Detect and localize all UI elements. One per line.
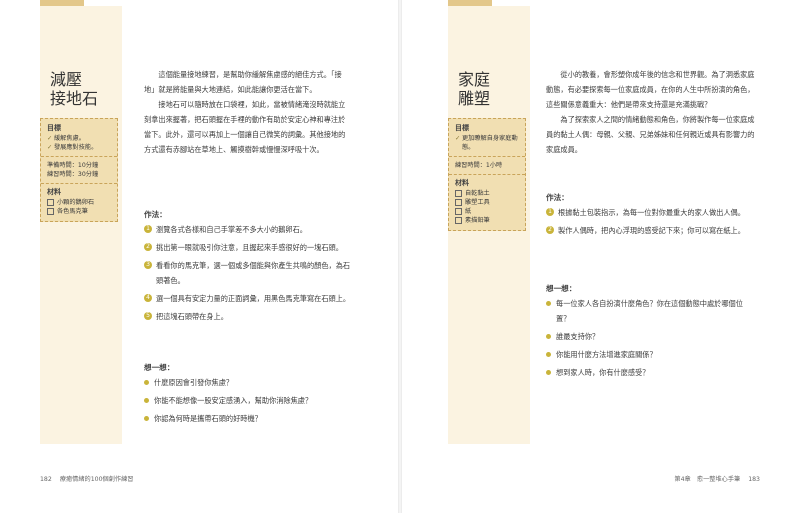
question-item: 你認為何時是攜帶石頭的好時機？	[144, 411, 352, 426]
step-item: 4 選一個具有安定力量的正面詞彙，用黑色馬克筆寫在石頭上。	[144, 291, 352, 306]
checkbox-icon	[455, 217, 462, 224]
goal-item: ✓ 發展應對技能。	[47, 144, 98, 151]
step-item: 1 根據黏土包裝指示，為每一位對你最重大的家人做出人偶。	[546, 205, 756, 220]
goal-item: ✓ 緩解焦慮。	[47, 135, 85, 142]
material-item: 紙	[455, 207, 519, 216]
checkbox-icon	[47, 208, 54, 215]
left-title: 減壓 接地石	[50, 70, 99, 108]
bullet-icon	[144, 416, 149, 421]
material-item: 素描鉛筆	[455, 216, 519, 225]
question-item: 你能不能想像一股安定感湧入，幫助你消除焦慮？	[144, 393, 352, 408]
intro-paragraph: 這個能量接地練習，是幫助你緩解焦慮感的絕佳方式。「接地」就是將能量與大地連結，如…	[144, 70, 342, 94]
intro-paragraph: 接地石可以隨時放在口袋裡，如此，當被情緒淹沒時就能立刻拿出來握著，把石頭握在手裡…	[144, 100, 346, 154]
bullet-icon	[144, 380, 149, 385]
materials-heading: 材料	[47, 188, 61, 196]
right-intro: 從小的教養，會形塑你成年後的信念和世界觀。為了洞悉家庭動態，有必要探索每一位家庭…	[546, 67, 756, 157]
think-heading: 想一想：	[546, 284, 577, 293]
right-steps: 1 根據黏土包裝指示，為每一位對你最重大的家人做出人偶。 2 製作人偶時，把內心浮現…	[546, 205, 756, 241]
step-number: 1	[144, 225, 152, 233]
left-steps: 1 瀏覽各式各樣和自己手掌差不多大小的鵝卵石。 2 挑出第一眼就吸引你注意，且握起來…	[144, 222, 352, 327]
bullet-icon	[546, 334, 551, 339]
question-item: 誰最支持你？	[546, 329, 756, 344]
divider	[41, 183, 117, 184]
question-item: 你能用什麼方法增進家庭關係？	[546, 347, 756, 362]
divider	[449, 174, 525, 175]
material-item: 小顆的鵝卵石	[47, 198, 111, 207]
divider	[41, 156, 117, 157]
checkbox-icon	[47, 199, 54, 206]
left-infobox: 目標 ✓ 緩解焦慮。 ✓ 發展應對技能。 準備時間：10分鐘 練習時間：30分鐘 材…	[40, 118, 118, 222]
step-number: 2	[546, 226, 554, 234]
step-number: 2	[144, 243, 152, 251]
chapter-title: 第4章 愈一整堆心手筆	[674, 476, 741, 483]
step-item: 2 製作人偶時，把內心浮現的感受記下來；你可以寫在紙上。	[546, 223, 756, 238]
question-item: 每一位家人各自扮演什麼角色？你在這個動態中處於哪個位置？	[546, 296, 756, 326]
step-item: 3 看看你的馬克筆，選一個或多個能與你產生共鳴的顏色，為石頭著色。	[144, 258, 352, 288]
think-heading: 想一想：	[144, 363, 175, 372]
checkbox-icon	[455, 190, 462, 197]
check-icon: ✓	[455, 135, 461, 142]
how-heading: 作法：	[546, 193, 569, 202]
bullet-icon	[546, 301, 551, 306]
material-item: 雕塑工具	[455, 198, 519, 207]
prep-time: 準備時間：10分鐘	[47, 162, 99, 169]
check-icon: ✓	[47, 144, 53, 151]
right-page: 家庭 雕塑 目標 ✓ 更加瞭解自身家庭動態。 練習時間：1小時 材料 自乾黏土 雕…	[400, 0, 800, 513]
bullet-icon	[144, 398, 149, 403]
step-item: 2 挑出第一眼就吸引你注意，且握起來手感很好的一塊石頭。	[144, 240, 352, 255]
step-item: 1 瀏覽各式各樣和自己手掌差不多大小的鵝卵石。	[144, 222, 352, 237]
bullet-icon	[546, 370, 551, 375]
left-questions: 什麼原因會引發你焦慮？ 你能不能想像一股安定感湧入，幫助你消除焦慮？ 你認為何時…	[144, 375, 352, 429]
intro-paragraph: 從小的教養，會形塑你成年後的信念和世界觀。為了洞悉家庭動態，有必要探索每一位家庭…	[546, 70, 755, 109]
checkbox-icon	[455, 199, 462, 206]
step-number: 5	[144, 312, 152, 320]
running-title: 療癒情緒的100個創作練習	[59, 476, 134, 483]
checkbox-icon	[455, 208, 462, 215]
how-heading: 作法：	[144, 210, 167, 219]
material-item: 各色馬克筆	[47, 207, 111, 216]
left-page: 減壓 接地石 目標 ✓ 緩解焦慮。 ✓ 發展應對技能。 準備時間：10分鐘 練習時間…	[0, 0, 400, 513]
step-number: 3	[144, 261, 152, 269]
bullet-icon	[546, 352, 551, 357]
question-item: 什麼原因會引發你焦慮？	[144, 375, 352, 390]
goal-heading: 目標	[47, 124, 61, 132]
practice-time: 練習時間：1小時	[455, 162, 503, 169]
practice-time: 練習時間：30分鐘	[47, 171, 99, 178]
materials-heading: 材料	[455, 179, 469, 187]
step-item: 5 把這塊石頭帶在身上。	[144, 309, 352, 324]
left-footer: 182 療癒情緒的100個創作練習	[40, 474, 133, 483]
page-number: 183	[748, 476, 760, 483]
divider	[449, 156, 525, 157]
check-icon: ✓	[47, 135, 53, 142]
step-number: 4	[144, 294, 152, 302]
right-title: 家庭 雕塑	[458, 70, 491, 108]
page-number: 182	[40, 476, 52, 483]
goal-item: ✓ 更加瞭解自身家庭動態。	[455, 135, 518, 151]
right-questions: 每一位家人各自扮演什麼角色？你在這個動態中處於哪個位置？ 誰最支持你？ 你能用什…	[546, 296, 756, 383]
right-footer: 第4章 愈一整堆心手筆 183	[674, 474, 760, 483]
right-infobox: 目標 ✓ 更加瞭解自身家庭動態。 練習時間：1小時 材料 自乾黏土 雕塑工具 紙 …	[448, 118, 526, 231]
step-number: 1	[546, 208, 554, 216]
question-item: 想到家人時，你有什麼感受？	[546, 365, 756, 380]
goal-heading: 目標	[455, 124, 469, 132]
intro-paragraph: 為了探索家人之間的情緒動態和角色，你將製作每一位家庭成員的黏土人偶：母親、父親、…	[546, 115, 755, 154]
material-item: 自乾黏土	[455, 189, 519, 198]
left-intro: 這個能量接地練習，是幫助你緩解焦慮感的絕佳方式。「接地」就是將能量與大地連結，如…	[144, 67, 352, 157]
